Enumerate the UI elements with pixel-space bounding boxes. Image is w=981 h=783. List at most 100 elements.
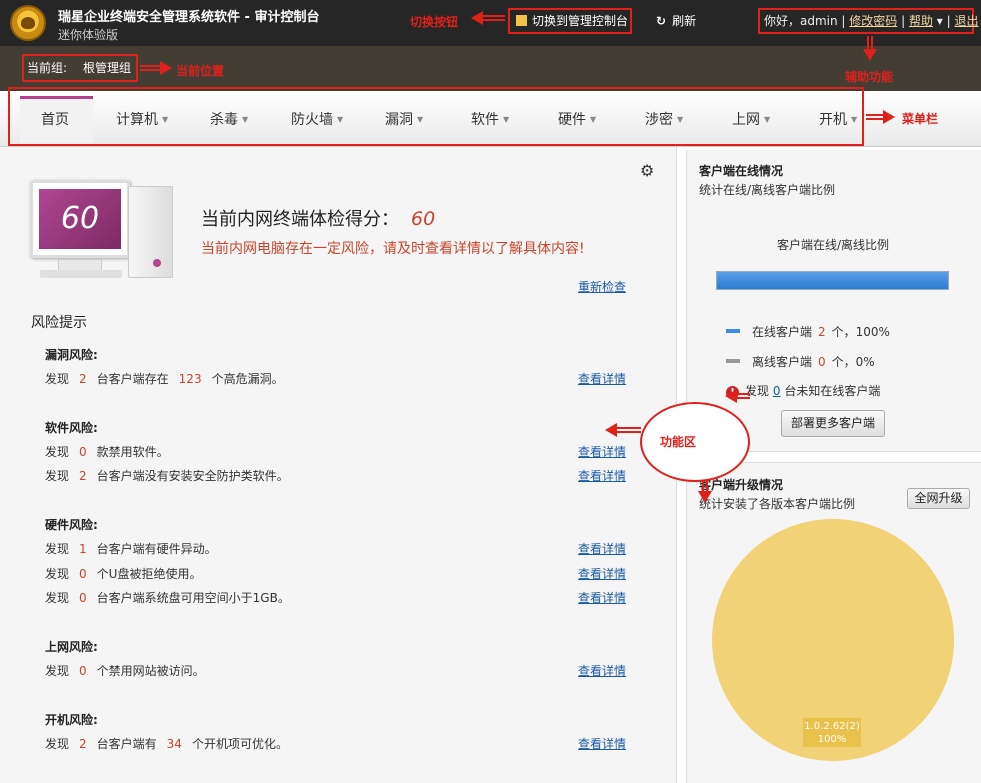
pie-percent: 100%	[817, 734, 847, 745]
annotation-function: 功能区	[660, 435, 697, 449]
risk-category: 开机风险:	[45, 713, 98, 727]
risk-category: 漏洞风险:	[45, 348, 98, 362]
risk-count: 2	[79, 469, 87, 483]
upgrade-all-button[interactable]: 全网升级	[907, 488, 970, 509]
deploy-clients-button[interactable]: 部署更多客户端	[781, 410, 885, 437]
risk-row: 发现 1 台客户端有硬件异动。	[45, 540, 217, 557]
risk-category: 上网风险:	[45, 640, 98, 654]
menu-item-home[interactable]: 首页	[41, 109, 69, 129]
annotation-aux: 辅助功能	[845, 70, 894, 84]
pc-tower-icon	[128, 186, 173, 278]
view-details-link[interactable]: 查看详情	[578, 662, 626, 679]
menu-item-software[interactable]: 软件 ▼	[471, 109, 509, 129]
menu-item-label: 防火墙	[291, 112, 333, 128]
annotation-switch: 切换按钮	[410, 15, 459, 29]
online-panel-subtitle: 统计在线/离线客户端比例	[699, 183, 836, 197]
chevron-down-icon: ▼	[417, 115, 424, 124]
annotation-arrow	[883, 110, 895, 124]
legend-online: 在线客户端 2 个，100%	[726, 323, 890, 340]
annotation-location: 当前位置	[176, 64, 225, 78]
help-link[interactable]: 帮助	[909, 14, 933, 28]
risk-row: 发现 0 个U盘被拒绝使用。	[45, 565, 201, 582]
menu-item-label: 杀毒	[210, 112, 238, 128]
menu-item-computer[interactable]: 计算机 ▼	[116, 109, 168, 129]
annotation-arrow	[736, 393, 750, 399]
legend-swatch	[726, 329, 740, 333]
menu-item-firewall[interactable]: 防火墙 ▼	[291, 109, 343, 129]
risk-count: 1	[79, 542, 87, 556]
risk-text: 台客户端系统盘可用空间小于1GB。	[96, 591, 290, 605]
switch-console-button[interactable]: 切换到管理控制台	[508, 8, 632, 34]
menu-item-label: 软件	[471, 112, 499, 128]
legend-count: 0	[818, 355, 826, 369]
chevron-down-icon: ▼	[503, 115, 510, 124]
app-title: 瑞星企业终端安全管理系统软件 - 审计控制台	[58, 10, 320, 25]
menu-item-internet[interactable]: 上网 ▼	[732, 109, 770, 129]
score-value: 60	[411, 208, 436, 230]
online-chart-title: 客户端在线/离线比例	[777, 238, 890, 252]
score-title-text: 当前内网终端体检得分：	[201, 209, 399, 230]
view-details-link[interactable]: 查看详情	[578, 735, 626, 752]
gear-icon[interactable]: ⚙	[640, 161, 654, 180]
legend-text: 个，100%	[831, 325, 890, 339]
pie-label: 1.0.2.62(2) 100%	[803, 718, 861, 747]
menu-item-antivirus[interactable]: 杀毒 ▼	[210, 109, 248, 129]
legend-text: 离线客户端	[752, 355, 813, 369]
risk-text: 台客户端有	[96, 737, 157, 751]
risk-count: 0	[79, 664, 87, 678]
risk-text: 发现	[45, 445, 70, 459]
legend-swatch	[726, 359, 740, 363]
risk-count: 0	[79, 445, 87, 459]
view-details-link[interactable]: 查看详情	[578, 467, 626, 484]
unknown-count-link[interactable]: 0	[773, 384, 781, 398]
annotation-arrow	[698, 491, 712, 503]
legend-text: 在线客户端	[752, 325, 813, 339]
view-details-link[interactable]: 查看详情	[578, 589, 626, 606]
risk-text: 台客户端存在	[96, 372, 169, 386]
chevron-down-icon: ▼	[162, 115, 169, 124]
risk-text: 发现	[45, 542, 70, 556]
view-details-link[interactable]: 查看详情	[578, 565, 626, 582]
annotation-arrow	[471, 11, 483, 25]
score-title: 当前内网终端体检得分： 60	[201, 205, 435, 231]
risk-text: 个开机项可优化。	[191, 737, 288, 751]
current-group: 当前组: 根管理组	[22, 54, 138, 82]
menu-item-confidential[interactable]: 涉密 ▼	[645, 109, 683, 129]
risk-text: 发现	[45, 664, 70, 678]
chevron-down-icon: ▼	[337, 115, 344, 124]
view-details-link[interactable]: 查看详情	[578, 443, 626, 460]
current-group-label: 当前组:	[27, 61, 68, 75]
user-menu: 你好，admin | 修改密码 | 帮助 ▾ | 退出	[758, 8, 979, 34]
monitor-base	[40, 270, 122, 278]
box-icon	[516, 15, 527, 26]
app-edition: 迷你体验版	[58, 28, 119, 42]
risk-text: 个禁用网站被访问。	[96, 664, 205, 678]
change-password-link[interactable]: 修改密码	[849, 14, 897, 28]
menu-item-label: 首页	[41, 112, 69, 128]
chevron-down-icon: ▼	[851, 115, 858, 124]
risk-row: 发现 2 台客户端没有安装安全防护类软件。	[45, 467, 289, 484]
risk-text: 发现	[45, 372, 70, 386]
annotation-arrow	[863, 49, 877, 61]
risk-category: 硬件风险:	[45, 518, 98, 532]
menu-item-label: 上网	[732, 112, 760, 128]
monitor-icon: 60	[30, 180, 130, 258]
legend-offline: 离线客户端 0 个，0%	[726, 353, 875, 370]
risk-row: 发现 0 款禁用软件。	[45, 443, 169, 460]
risk-count: 0	[79, 567, 87, 581]
risk-text: 个高危漏洞。	[211, 372, 284, 386]
menu-item-vulnerability[interactable]: 漏洞 ▼	[385, 109, 423, 129]
recheck-link[interactable]: 重新检查	[578, 278, 626, 295]
current-group-value: 根管理组	[83, 61, 132, 75]
menu-item-startup[interactable]: 开机 ▼	[819, 109, 857, 129]
legend-count: 2	[818, 325, 826, 339]
annotation-arrow	[617, 427, 641, 433]
refresh-button[interactable]: ↻ 刷新	[656, 12, 696, 29]
logout-link[interactable]: 退出	[955, 14, 979, 28]
chevron-down-icon[interactable]: ▾	[933, 14, 943, 28]
online-panel-title: 客户端在线情况	[699, 164, 784, 178]
menu-item-hardware[interactable]: 硬件 ▼	[558, 109, 596, 129]
view-details-link[interactable]: 查看详情	[578, 370, 626, 387]
risk-text: 款禁用软件。	[96, 445, 169, 459]
view-details-link[interactable]: 查看详情	[578, 540, 626, 557]
